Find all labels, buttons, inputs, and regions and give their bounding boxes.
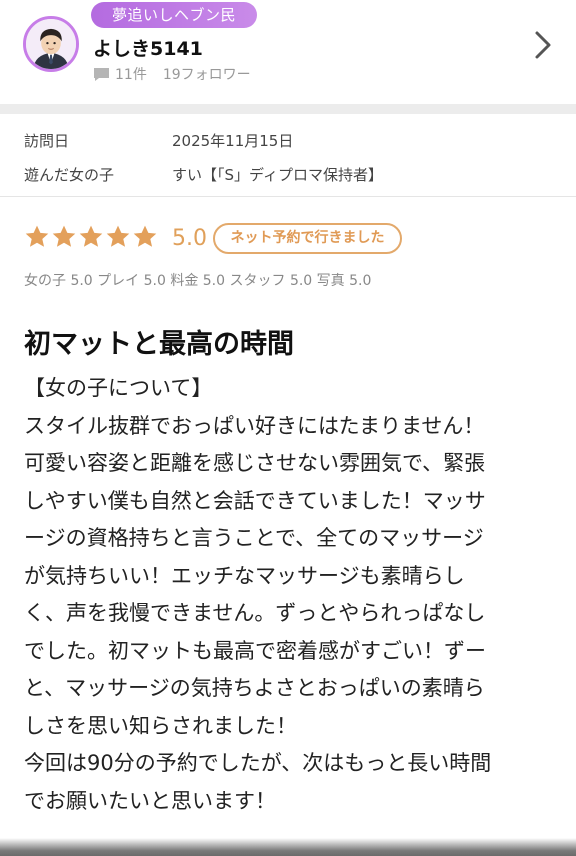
sub-scores: 女の子 5.0 プレイ 5.0 料金 5.0 スタッフ 5.0 写真 5.0 [24,273,372,289]
user-meta: 11件 19フォロワー [93,64,251,84]
bottom-shadow [0,838,576,856]
review-body: 【女の子について】 スタイル抜群でおっぱい好きにはたまりません！ 可愛い容姿と距… [24,376,492,813]
star-icon [79,225,103,247]
review-count: 11件 [115,67,147,83]
divider-line [0,196,576,197]
visit-info: 訪問日 2025年11月15日 遊んだ女の子 すい【「S」ディプロマ保持者】 [0,114,576,196]
avatar[interactable] [23,16,79,72]
net-reservation-badge: ネット予約で行きました [213,223,402,254]
star-icon [25,225,49,247]
girl-value[interactable]: すい【「S」ディプロマ保持者】 [172,164,383,185]
visit-date-label: 訪問日 [24,132,70,150]
rank-badge: 夢追いしヘブン民 [91,2,257,28]
section-divider [0,104,576,114]
rating-score: 5.0 [172,226,207,251]
comment-icon [94,67,109,81]
visit-date-value: 2025年11月15日 [172,132,294,150]
reviewer-header[interactable]: 夢追いしヘブン民 よしき5141 11件 19フォロワー [0,0,576,104]
username[interactable]: よしき5141 [93,34,203,61]
star-icon [106,225,130,247]
star-rating [24,224,158,250]
star-icon [52,225,76,247]
chevron-right-icon[interactable] [528,28,556,62]
user-avatar-icon [26,19,76,69]
star-icon [133,225,157,247]
review-title: 初マットと最高の時間 [24,329,294,360]
girl-label: 遊んだ女の子 [24,166,115,184]
follower-count[interactable]: 19フォロワー [163,64,251,84]
